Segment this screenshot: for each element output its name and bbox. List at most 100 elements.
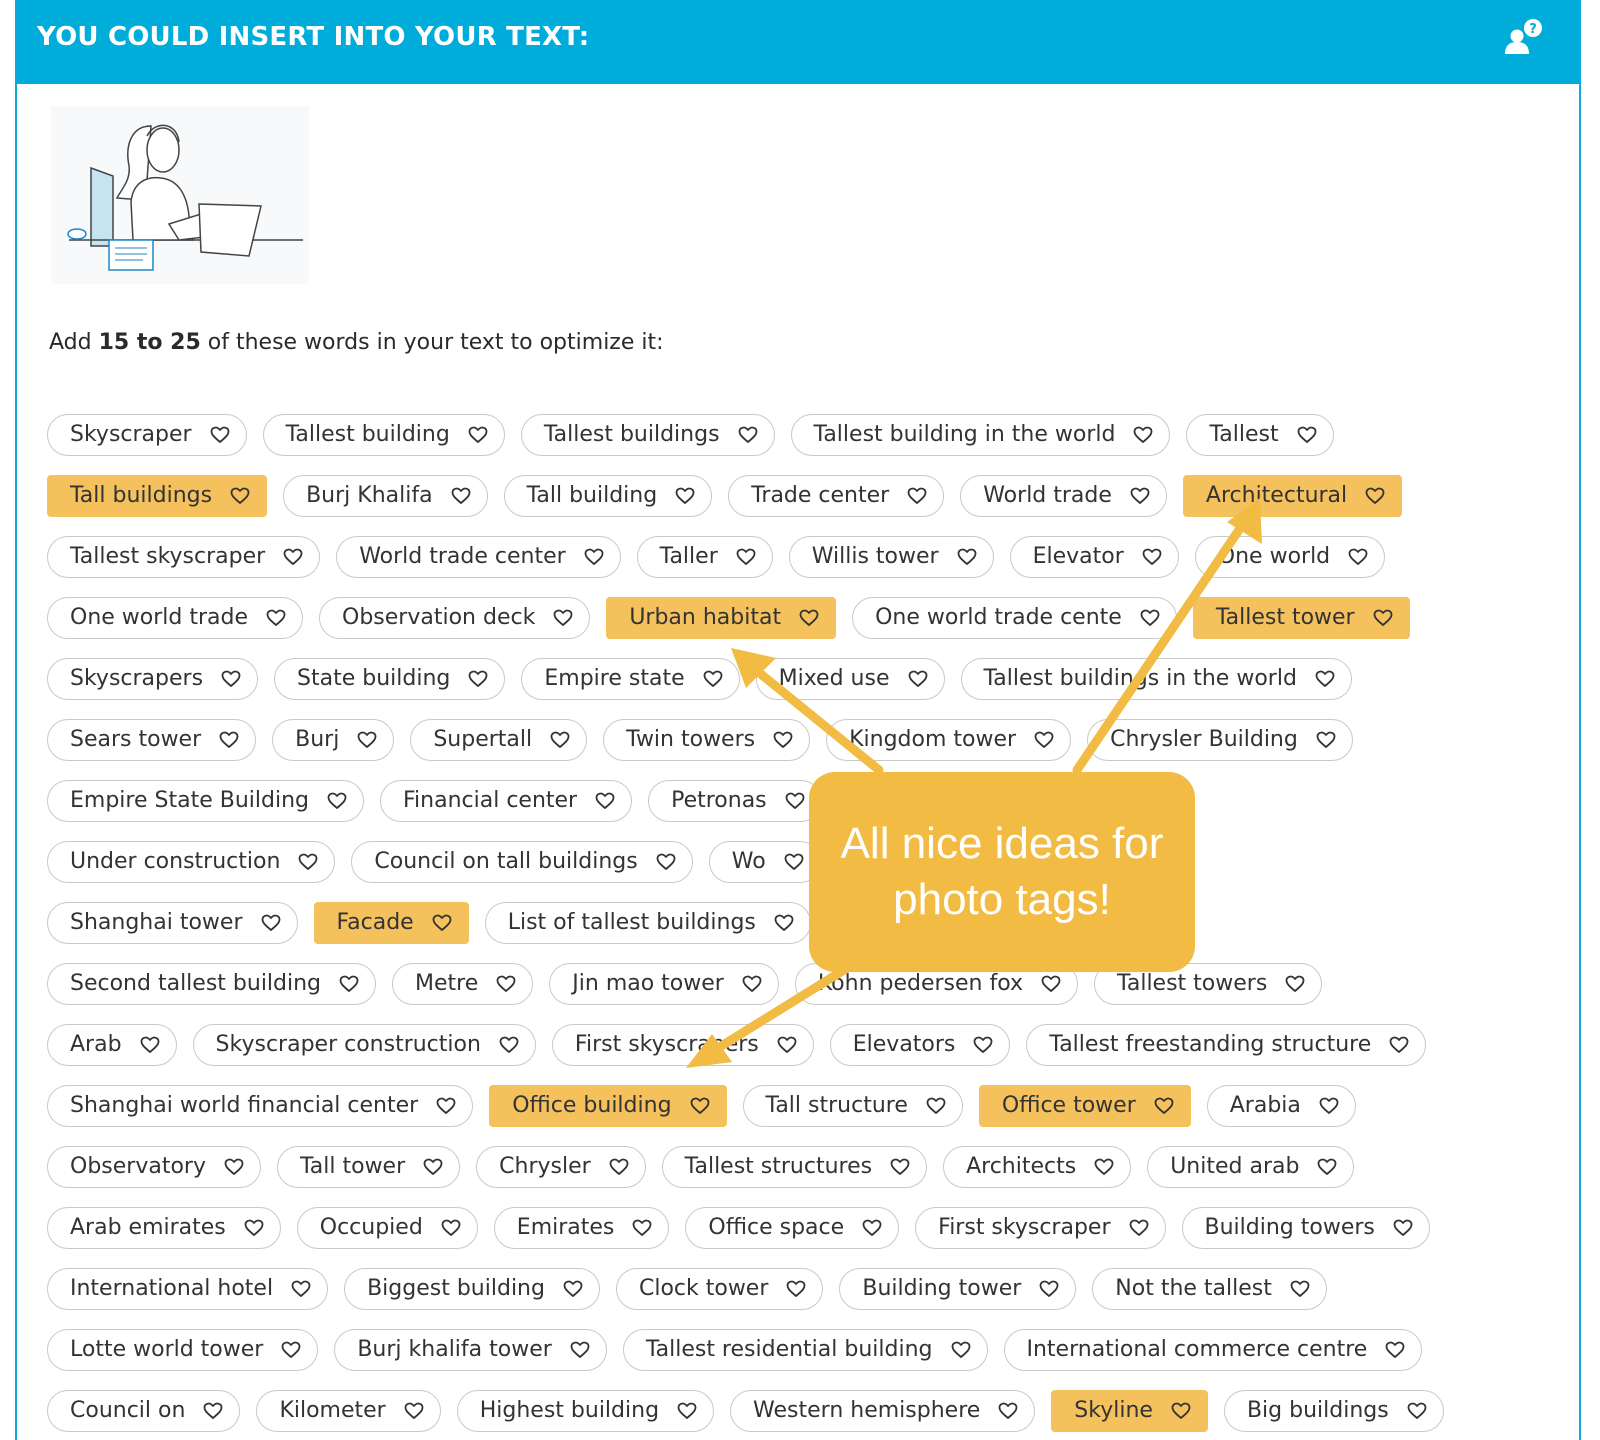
- keyword-tag[interactable]: Not the tallest: [1092, 1267, 1327, 1310]
- keyword-tag[interactable]: Petronas: [648, 779, 822, 822]
- heart-icon[interactable]: [1133, 426, 1153, 444]
- heart-icon[interactable]: [1365, 487, 1385, 505]
- keyword-tag[interactable]: Emirates: [493, 1206, 670, 1249]
- heart-icon[interactable]: [774, 914, 794, 932]
- heart-icon[interactable]: [281, 1341, 301, 1359]
- keyword-tag[interactable]: Burj Khalifa: [283, 474, 488, 517]
- keyword-tag[interactable]: Clock tower: [615, 1267, 824, 1310]
- keyword-tag[interactable]: Arabia: [1206, 1084, 1356, 1127]
- keyword-tag[interactable]: Council on tall buildings: [351, 840, 693, 883]
- heart-icon[interactable]: [1315, 670, 1335, 688]
- keyword-tag[interactable]: Wo: [708, 840, 821, 883]
- heart-icon[interactable]: [1373, 609, 1393, 627]
- keyword-tag[interactable]: Occupied: [296, 1206, 478, 1249]
- keyword-tag[interactable]: Skyline: [1051, 1389, 1208, 1432]
- keyword-tag[interactable]: Council on: [47, 1389, 241, 1432]
- heart-icon[interactable]: [786, 1280, 806, 1298]
- keyword-tag[interactable]: Kilometer: [256, 1389, 441, 1432]
- keyword-tag[interactable]: Tallest skyscraper: [47, 535, 321, 578]
- keyword-tag[interactable]: Twin towers: [603, 718, 811, 761]
- heart-icon[interactable]: [1034, 731, 1054, 749]
- keyword-tag[interactable]: List of tallest buildings: [484, 901, 811, 944]
- heart-icon[interactable]: [703, 670, 723, 688]
- heart-icon[interactable]: [1348, 548, 1368, 566]
- heart-icon[interactable]: [1140, 609, 1160, 627]
- keyword-tag[interactable]: Tall tower: [276, 1145, 461, 1188]
- keyword-tag[interactable]: Tallest building in the world: [790, 413, 1171, 456]
- heart-icon[interactable]: [736, 548, 756, 566]
- keyword-tag[interactable]: Empire State Building: [47, 779, 364, 822]
- keyword-tag[interactable]: Shanghai tower: [47, 901, 298, 944]
- heart-icon[interactable]: [499, 1036, 519, 1054]
- keyword-tag[interactable]: Tallest buildings: [520, 413, 775, 456]
- heart-icon[interactable]: [266, 609, 286, 627]
- heart-icon[interactable]: [219, 731, 239, 749]
- keyword-tag[interactable]: Under construction: [47, 840, 336, 883]
- keyword-tag[interactable]: Skyscraper: [47, 413, 247, 456]
- keyword-tag[interactable]: Metre: [392, 962, 534, 1005]
- keyword-tag[interactable]: International commerce centre: [1003, 1328, 1423, 1371]
- keyword-tag[interactable]: Observation deck: [319, 596, 591, 639]
- keyword-tag[interactable]: One world trade cente: [852, 596, 1177, 639]
- heart-icon[interactable]: [907, 487, 927, 505]
- heart-icon[interactable]: [742, 975, 762, 993]
- keyword-tag[interactable]: State building: [274, 657, 506, 700]
- keyword-tag[interactable]: First skyscraper: [915, 1206, 1166, 1249]
- heart-icon[interactable]: [432, 914, 452, 932]
- heart-icon[interactable]: [908, 670, 928, 688]
- heart-icon[interactable]: [339, 975, 359, 993]
- keyword-tag[interactable]: Highest building: [456, 1389, 715, 1432]
- heart-icon[interactable]: [1389, 1036, 1409, 1054]
- heart-icon[interactable]: [890, 1158, 910, 1176]
- heart-icon[interactable]: [1385, 1341, 1405, 1359]
- keyword-tag[interactable]: Second tallest building: [47, 962, 377, 1005]
- keyword-tag[interactable]: Shanghai world financial center: [47, 1084, 474, 1127]
- keyword-tag[interactable]: Arab emirates: [47, 1206, 281, 1249]
- keyword-tag[interactable]: United arab: [1147, 1145, 1355, 1188]
- heart-icon[interactable]: [230, 487, 250, 505]
- heart-icon[interactable]: [998, 1402, 1018, 1420]
- heart-icon[interactable]: [283, 548, 303, 566]
- keyword-tag[interactable]: Urban habitat: [606, 596, 837, 639]
- heart-icon[interactable]: [584, 548, 604, 566]
- heart-icon[interactable]: [210, 426, 230, 444]
- heart-icon[interactable]: [221, 670, 241, 688]
- keyword-tag[interactable]: Kingdom tower: [826, 718, 1072, 761]
- keyword-tag[interactable]: One world: [1194, 535, 1386, 578]
- heart-icon[interactable]: [291, 1280, 311, 1298]
- keyword-tag[interactable]: Western hemisphere: [730, 1389, 1036, 1432]
- keyword-tag[interactable]: Observatory: [47, 1145, 261, 1188]
- heart-icon[interactable]: [862, 1219, 882, 1237]
- heart-icon[interactable]: [570, 1341, 590, 1359]
- keyword-tag[interactable]: Arab: [47, 1023, 177, 1066]
- keyword-tag[interactable]: Biggest building: [344, 1267, 600, 1310]
- keyword-tag[interactable]: Mixed use: [755, 657, 945, 700]
- heart-icon[interactable]: [327, 792, 347, 810]
- keyword-tag[interactable]: Architectural: [1182, 474, 1403, 517]
- keyword-tag[interactable]: One world trade: [47, 596, 304, 639]
- heart-icon[interactable]: [224, 1158, 244, 1176]
- keyword-tag[interactable]: Office building: [489, 1084, 727, 1127]
- keyword-tag[interactable]: Big buildings: [1223, 1389, 1444, 1432]
- keyword-tag[interactable]: Architects: [943, 1145, 1132, 1188]
- keyword-tag[interactable]: Tallest tower: [1192, 596, 1410, 639]
- heart-icon[interactable]: [496, 975, 516, 993]
- keyword-tag[interactable]: Skyscrapers: [47, 657, 259, 700]
- keyword-tag[interactable]: Skyscraper construction: [192, 1023, 536, 1066]
- heart-icon[interactable]: [799, 609, 819, 627]
- keyword-tag[interactable]: First skyscrapers: [551, 1023, 814, 1066]
- heart-icon[interactable]: [957, 548, 977, 566]
- heart-icon[interactable]: [1290, 1280, 1310, 1298]
- heart-icon[interactable]: [1094, 1158, 1114, 1176]
- keyword-tag[interactable]: Lotte world tower: [47, 1328, 319, 1371]
- keyword-tag[interactable]: Tallest freestanding structure: [1026, 1023, 1427, 1066]
- keyword-tag[interactable]: Tallest buildings in the world: [960, 657, 1352, 700]
- keyword-tag[interactable]: World trade center: [336, 535, 621, 578]
- keyword-tag[interactable]: Tallest building: [262, 413, 505, 456]
- heart-icon[interactable]: [1316, 731, 1336, 749]
- heart-icon[interactable]: [784, 853, 804, 871]
- heart-icon[interactable]: [1319, 1097, 1339, 1115]
- keyword-tag[interactable]: Elevator: [1009, 535, 1179, 578]
- heart-icon[interactable]: [563, 1280, 583, 1298]
- heart-icon[interactable]: [550, 731, 570, 749]
